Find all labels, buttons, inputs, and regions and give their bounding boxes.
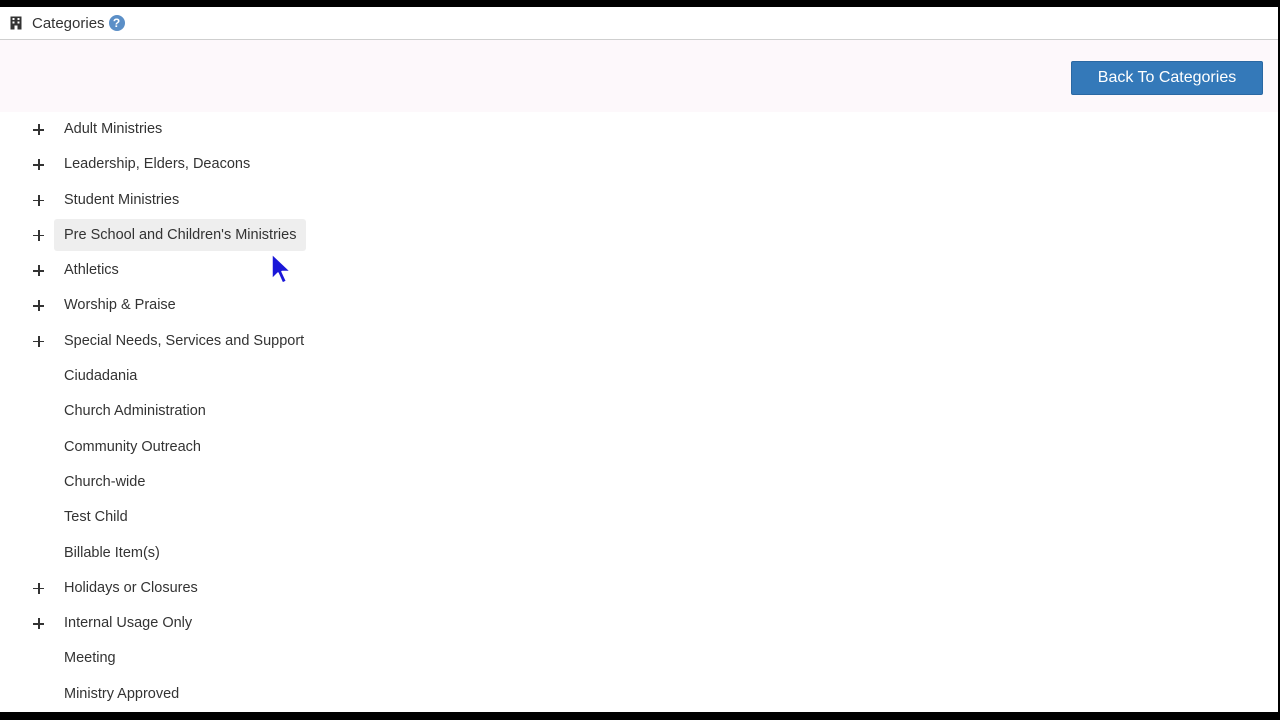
plus-icon[interactable] — [33, 229, 44, 241]
category-tree-item: Church-wide — [0, 465, 1278, 500]
category-tree-item: Ministry Approved — [0, 677, 1278, 712]
category-label[interactable]: Holidays or Closures — [54, 572, 208, 604]
category-tree-item: Worship & Praise — [0, 288, 1278, 323]
category-label[interactable]: Athletics — [54, 254, 129, 286]
plus-icon[interactable] — [33, 159, 44, 171]
category-tree-item: Holidays or Closures — [0, 571, 1278, 606]
back-to-categories-button[interactable]: Back To Categories — [1071, 61, 1263, 95]
help-circle-icon[interactable]: ? — [108, 15, 125, 31]
category-tree-item: Test Child — [0, 500, 1278, 535]
toolbar: Back To Categories — [0, 40, 1278, 112]
app-frame: Categories ? Back To Categories Adult Mi… — [0, 7, 1278, 712]
category-label[interactable]: Ciudadania — [54, 360, 147, 392]
category-label[interactable]: Meeting — [54, 642, 126, 674]
category-tree-item: Athletics — [0, 253, 1278, 288]
category-label[interactable]: Church Administration — [54, 395, 216, 427]
category-tree-item: Student Ministries — [0, 183, 1278, 218]
category-label[interactable]: Pre School and Children's Ministries — [54, 218, 307, 251]
category-label[interactable]: Special Needs, Services and Support — [54, 325, 314, 357]
plus-icon[interactable] — [33, 194, 44, 206]
category-label[interactable]: Community Outreach — [54, 431, 211, 463]
category-tree-item: Meeting — [0, 641, 1278, 676]
category-tree-item: Ciudadania — [0, 359, 1278, 394]
category-tree-item: Internal Usage Only — [0, 606, 1278, 641]
plus-icon[interactable] — [33, 300, 44, 312]
category-label[interactable]: Leadership, Elders, Deacons — [54, 148, 260, 180]
category-label[interactable]: Adult Ministries — [54, 113, 172, 145]
category-label[interactable]: Ministry Approved — [54, 678, 189, 710]
category-tree: Adult Ministries Leadership, Elders, Deac… — [0, 112, 1278, 712]
plus-icon[interactable] — [33, 582, 44, 594]
category-label[interactable]: Test Child — [54, 501, 138, 533]
category-label[interactable]: Billable Item(s) — [54, 537, 170, 569]
category-tree-item: Church Administration — [0, 394, 1278, 429]
page-header: Categories ? — [0, 7, 1278, 40]
category-label[interactable]: Internal Usage Only — [54, 607, 202, 639]
category-tree-item: Pre School and Children's Ministries — [0, 218, 1278, 253]
category-tree-item: Special Needs, Services and Support — [0, 324, 1278, 359]
category-tree-item: Leadership, Elders, Deacons — [0, 147, 1278, 182]
category-label[interactable]: Worship & Praise — [54, 289, 186, 321]
page-title: Categories — [32, 14, 105, 32]
plus-icon[interactable] — [33, 265, 44, 277]
category-tree-item: Adult Ministries — [0, 112, 1278, 147]
plus-icon[interactable] — [33, 124, 44, 135]
category-tree-item: Billable Item(s) — [0, 536, 1278, 571]
mouse-cursor-icon — [271, 253, 292, 284]
category-label[interactable]: Student Ministries — [54, 184, 189, 216]
plus-icon[interactable] — [33, 618, 44, 630]
category-tree-item: Community Outreach — [0, 430, 1278, 465]
category-label[interactable]: Church-wide — [54, 466, 155, 498]
building-icon — [10, 16, 22, 30]
plus-icon[interactable] — [33, 335, 44, 347]
